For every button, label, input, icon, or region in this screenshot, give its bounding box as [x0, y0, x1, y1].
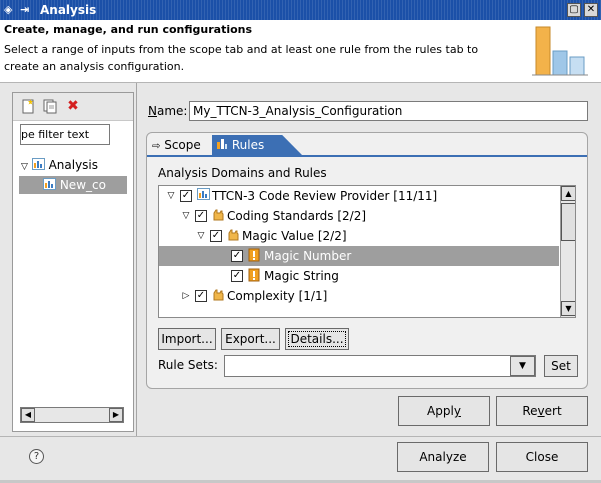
tree-item-analysis[interactable]: ▽ Analysis — [21, 158, 98, 172]
header-title: Create, manage, and run configurations — [4, 23, 253, 36]
revert-button[interactable]: Revert — [496, 396, 588, 426]
configurations-toolbar: ✖ — [13, 93, 133, 121]
magic-string-checkbox[interactable]: ✓ — [231, 270, 243, 282]
title-arrow-icon: ⇥ — [20, 3, 30, 16]
revert-label: Re — [522, 404, 538, 418]
duplicate-icon[interactable] — [42, 98, 58, 114]
magic-value-checkbox[interactable]: ✓ — [210, 230, 222, 242]
delete-icon[interactable]: ✖ — [65, 98, 81, 114]
collapse-arrow-icon[interactable]: ▽ — [180, 206, 192, 226]
scroll-right-arrow-icon[interactable]: ▶ — [109, 408, 123, 422]
window-menu-icon[interactable]: ◈ — [4, 3, 18, 17]
filter-input[interactable]: pe filter text — [20, 124, 110, 145]
maximize-button[interactable]: ▢ — [567, 3, 581, 17]
dialog-header: Create, manage, and run configurations S… — [0, 20, 601, 83]
rule-icon — [247, 268, 261, 283]
title-bar: ◈ ⇥ Analysis ▢ ✕ — [0, 0, 601, 20]
scope-icon: ⇨ — [152, 141, 161, 152]
scroll-left-arrow-icon[interactable]: ◀ — [21, 408, 35, 422]
close-window-button[interactable]: ✕ — [584, 3, 598, 17]
complexity-checkbox[interactable]: ✓ — [195, 290, 207, 302]
export-button[interactable]: Export... — [221, 328, 280, 350]
category-icon — [211, 288, 225, 303]
name-input[interactable]: My_TTCN-3_Analysis_Configuration — [189, 101, 588, 121]
expand-arrow-icon[interactable]: ▷ — [180, 286, 192, 306]
details-button-label: Details... — [288, 331, 346, 347]
domains-and-rules-label: Analysis Domains and Rules — [158, 166, 327, 180]
apply-button[interactable]: Apply — [398, 396, 490, 426]
category-icon — [211, 208, 225, 223]
new-configuration-icon[interactable] — [20, 98, 36, 114]
window-title: Analysis — [40, 3, 97, 17]
tree-row-label: TTCN-3 Code Review Provider [11/11] — [212, 189, 438, 203]
apply-label: Appl — [427, 404, 454, 418]
analysis-type-icon — [31, 158, 45, 170]
revert-mnemonic: v — [537, 404, 545, 418]
apply-mnemonic: y — [453, 404, 461, 418]
footer-separator — [0, 436, 601, 437]
analyze-button[interactable]: Analyze — [397, 442, 489, 472]
details-button[interactable]: Details... — [285, 328, 349, 350]
tab-strip-underline — [147, 155, 587, 157]
analysis-dialog: ◈ ⇥ Analysis ▢ ✕ Create, manage, and run… — [0, 0, 601, 483]
tree-row-label: Complexity [1/1] — [227, 289, 328, 303]
rule-icon — [247, 248, 261, 263]
configurations-panel: ✖ pe filter text ▽ Analysis New_co ◀ ▶ — [12, 92, 134, 432]
tree-row-coding-standards[interactable]: ▽ ✓ Coding Standards [2/2] — [159, 206, 559, 226]
tree-row-label: Coding Standards [2/2] — [227, 209, 367, 223]
scroll-up-arrow-icon[interactable]: ▲ — [561, 186, 575, 201]
tree-row-label: Magic String — [264, 269, 339, 283]
tree-row-label: Magic Number — [264, 249, 352, 263]
collapse-arrow-icon[interactable]: ▽ — [165, 186, 177, 206]
close-button[interactable]: Close — [496, 442, 588, 472]
tree-row-label: Magic Value [2/2] — [242, 229, 347, 243]
name-label-mnemonic: N — [148, 104, 157, 118]
tree-row-magic-number[interactable]: ✓ Magic Number — [159, 246, 559, 266]
tree-item-new-configuration[interactable]: New_co — [19, 176, 127, 194]
provider-checkbox[interactable]: ✓ — [180, 190, 192, 202]
tree-row-magic-string[interactable]: ✓ Magic String — [159, 266, 559, 286]
help-icon[interactable]: ? — [29, 449, 44, 464]
rule-sets-combo[interactable] — [224, 355, 536, 377]
set-button[interactable]: Set — [544, 355, 578, 377]
tree-row-provider[interactable]: ▽ ✓ TTCN-3 Code Review Provider [11/11] — [159, 186, 559, 206]
provider-icon — [196, 188, 210, 203]
coding-standards-checkbox[interactable]: ✓ — [195, 210, 207, 222]
header-description: Select a range of inputs from the scope … — [4, 43, 479, 73]
tree-row-magic-value[interactable]: ▽ ✓ Magic Value [2/2] — [159, 226, 559, 246]
tree-item-analysis-label: Analysis — [48, 158, 99, 172]
name-label: Name: — [148, 104, 187, 118]
import-button[interactable]: Import... — [158, 328, 216, 350]
collapse-arrow-icon[interactable]: ▽ — [195, 226, 207, 246]
rule-sets-label: Rule Sets: — [158, 358, 218, 372]
configuration-icon — [43, 177, 56, 190]
tab-scope-label: Scope — [164, 138, 201, 152]
tab-scope[interactable]: ⇨ Scope — [150, 135, 210, 155]
collapse-arrow-icon[interactable]: ▽ — [21, 162, 28, 172]
name-label-text: ame: — [156, 104, 188, 118]
panel-divider[interactable] — [136, 83, 137, 436]
chevron-down-icon[interactable]: ▼ — [510, 356, 535, 376]
horizontal-scrollbar[interactable]: ◀ ▶ — [20, 407, 124, 423]
analysis-banner-icon — [532, 26, 588, 76]
category-icon — [226, 228, 240, 243]
rules-tree[interactable]: ▽ ✓ TTCN-3 Code Review Provider [11/11] … — [158, 185, 576, 318]
tab-rules-label: Rules — [231, 138, 265, 152]
scroll-down-arrow-icon[interactable]: ▼ — [561, 301, 575, 316]
scrollbar-thumb[interactable] — [561, 203, 575, 241]
tree-item-new-configuration-label: New_co — [59, 178, 106, 192]
tree-row-complexity[interactable]: ▷ ✓ Complexity [1/1] — [159, 286, 559, 306]
vertical-scrollbar[interactable]: ▲ ▼ — [560, 186, 575, 317]
magic-number-checkbox[interactable]: ✓ — [231, 250, 243, 262]
revert-label-suffix: ert — [544, 404, 562, 418]
rules-icon — [216, 136, 228, 149]
